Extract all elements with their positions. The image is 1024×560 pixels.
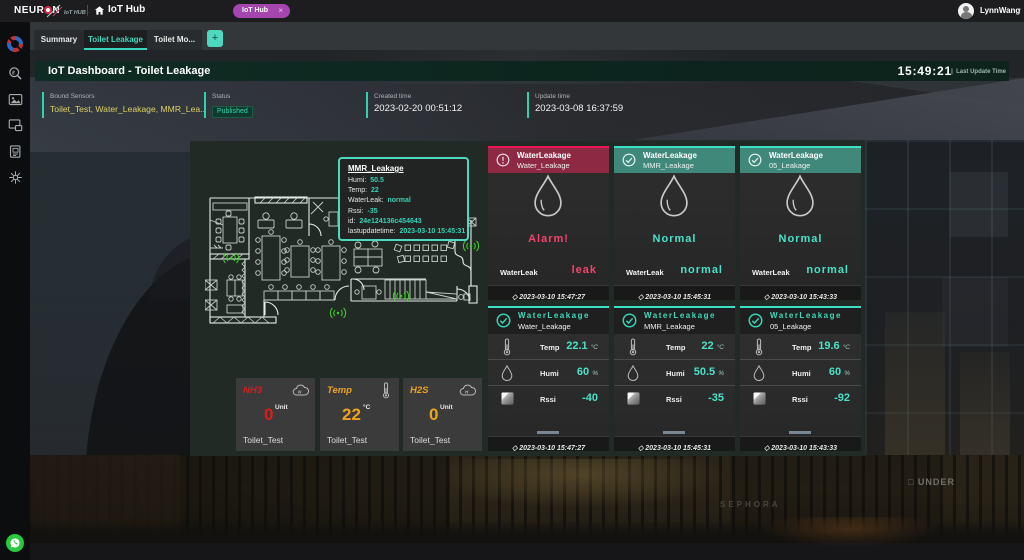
svg-text:ℓ: ℓ bbox=[11, 70, 15, 76]
svg-text:N: N bbox=[298, 390, 302, 395]
svg-text:H: H bbox=[465, 390, 469, 395]
